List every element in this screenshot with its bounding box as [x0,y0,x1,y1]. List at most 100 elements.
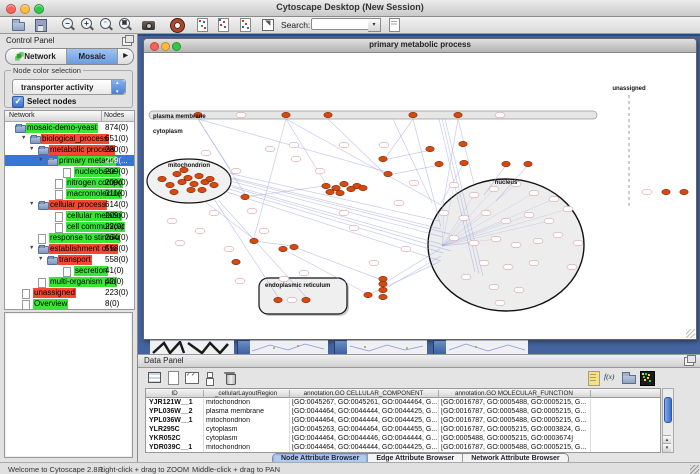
gene-node[interactable] [282,112,290,117]
network-overview-icon[interactable] [194,17,211,32]
gene-node[interactable] [379,294,387,299]
edge[interactable] [232,179,450,234]
gene-node[interactable] [195,173,203,178]
node-label[interactable] [231,168,241,174]
expand-arrow-icon[interactable]: ▼ [21,135,26,141]
node-label[interactable] [349,225,359,231]
search-dropdown-button[interactable]: ▾ [368,18,381,32]
table-row[interactable]: YLR295Ccytoplasm[GO:0045263, GO:0044464,… [146,425,660,434]
tree-row[interactable]: multi-organism pro42(0) [5,276,134,287]
gene-node[interactable] [502,161,510,166]
tree-row[interactable]: response to stimulu264(0) [5,232,134,243]
gene-node[interactable] [524,161,532,166]
gene-node[interactable] [364,292,372,297]
gene-node[interactable] [250,238,258,243]
search-input[interactable] [311,18,369,30]
window-titlebar[interactable]: Cytoscape Desktop (New Session) [0,0,700,17]
gene-node[interactable] [274,297,282,302]
tree-row[interactable]: cell communicat22(0) [5,221,134,232]
edge[interactable] [328,119,385,174]
float-panel-icon[interactable] [122,37,132,46]
gene-node[interactable] [384,171,392,176]
background-window-fragment[interactable] [250,340,328,355]
node-label[interactable] [553,232,563,238]
node-label[interactable] [259,228,269,234]
matrix-icon[interactable] [639,370,655,386]
tree-row[interactable]: ▼establishment of lo558(0) [5,243,134,254]
select-attributes-icon[interactable] [184,370,200,386]
node-label[interactable] [495,112,505,118]
open-session-icon[interactable] [10,17,27,32]
gene-node[interactable] [459,141,467,146]
destroy-view-icon[interactable] [237,17,254,32]
edge[interactable] [384,119,413,160]
gene-node[interactable] [187,187,195,192]
node-label[interactable] [549,196,559,202]
plasma-membrane-region[interactable] [149,111,597,119]
node-label[interactable] [489,186,499,192]
gene-node[interactable] [454,112,462,117]
node-label[interactable] [401,246,411,252]
network-view-icon[interactable] [215,17,232,32]
formula-builder-icon[interactable] [603,370,619,386]
table-column-header[interactable]: _cellularLayoutRegion [203,390,290,398]
edge[interactable] [204,201,254,239]
node-label[interactable] [175,240,185,246]
gene-node[interactable] [359,185,367,190]
node-label[interactable] [469,192,479,198]
tree-row[interactable]: ▼cellular process614(0) [5,199,134,210]
expand-arrow-icon[interactable]: ▼ [29,201,34,207]
gene-node[interactable] [324,112,332,117]
edge[interactable] [383,256,441,290]
tree-row[interactable]: nitrogen compo209(0) [5,177,134,188]
node-label[interactable] [235,278,245,284]
tree-row[interactable]: ▼primary metabo209(... [5,155,134,166]
table-column-header[interactable]: ID [146,390,204,398]
birdseye-view-panel[interactable] [4,312,133,458]
expand-arrow-icon[interactable]: ▼ [29,245,34,251]
node-label[interactable] [299,270,309,276]
gene-node[interactable] [322,183,330,188]
table-row[interactable]: YKR052Ccytoplasm[GO:0044464, GO:0044446,… [146,434,660,443]
gene-node[interactable] [662,189,670,194]
table-row[interactable]: YDR039C__1mitochondrion[GO:0044464, GO:0… [146,443,660,452]
node-label[interactable] [224,246,234,252]
node-label[interactable] [339,210,349,216]
node-label[interactable] [236,112,246,118]
edge[interactable] [229,189,443,253]
node-label[interactable] [529,190,539,196]
network-view-window[interactable]: primary metabolic process plasma membran… [143,38,697,340]
edge[interactable] [254,241,292,246]
tree-row[interactable]: ▼metabolic process280(0) [5,144,134,155]
node-label[interactable] [369,260,379,266]
float-data-panel-icon[interactable] [684,357,694,366]
node-label[interactable] [394,200,404,206]
node-label[interactable] [489,284,499,290]
node-label[interactable] [439,210,449,216]
gene-node[interactable] [426,146,434,151]
network-canvas[interactable]: plasma membranecytoplasmmitochondrionnuc… [144,53,696,339]
tree-row[interactable]: ▼biological_process651(0) [5,133,134,144]
edge[interactable] [458,119,474,184]
node-label[interactable] [461,274,471,280]
table-row[interactable]: YPL036W__2plasma membrane[GO:0044464, GO… [146,407,660,416]
tree-row[interactable]: nucleobase-209(0) [5,166,134,177]
gene-node[interactable] [241,194,249,199]
node-label[interactable] [481,210,491,216]
node-label[interactable] [279,276,289,282]
tree-row[interactable]: secretion41(0) [5,265,134,276]
new-attribute-icon[interactable] [165,370,181,386]
gene-node[interactable] [173,171,181,176]
background-window-fragment[interactable] [347,340,427,355]
table-row[interactable]: YJR121W__1mitochondrion[GO:0045267, GO:0… [146,398,660,407]
node-label[interactable] [265,146,275,152]
node-label[interactable] [209,210,219,216]
node-label[interactable] [567,264,577,270]
node-label[interactable] [524,212,534,218]
edge[interactable] [393,119,432,203]
zoom-selected-icon[interactable] [98,17,115,32]
node-label[interactable] [459,215,469,221]
edge[interactable] [286,119,441,205]
network-window-titlebar[interactable]: primary metabolic process [144,39,696,53]
node-label[interactable] [514,287,524,293]
